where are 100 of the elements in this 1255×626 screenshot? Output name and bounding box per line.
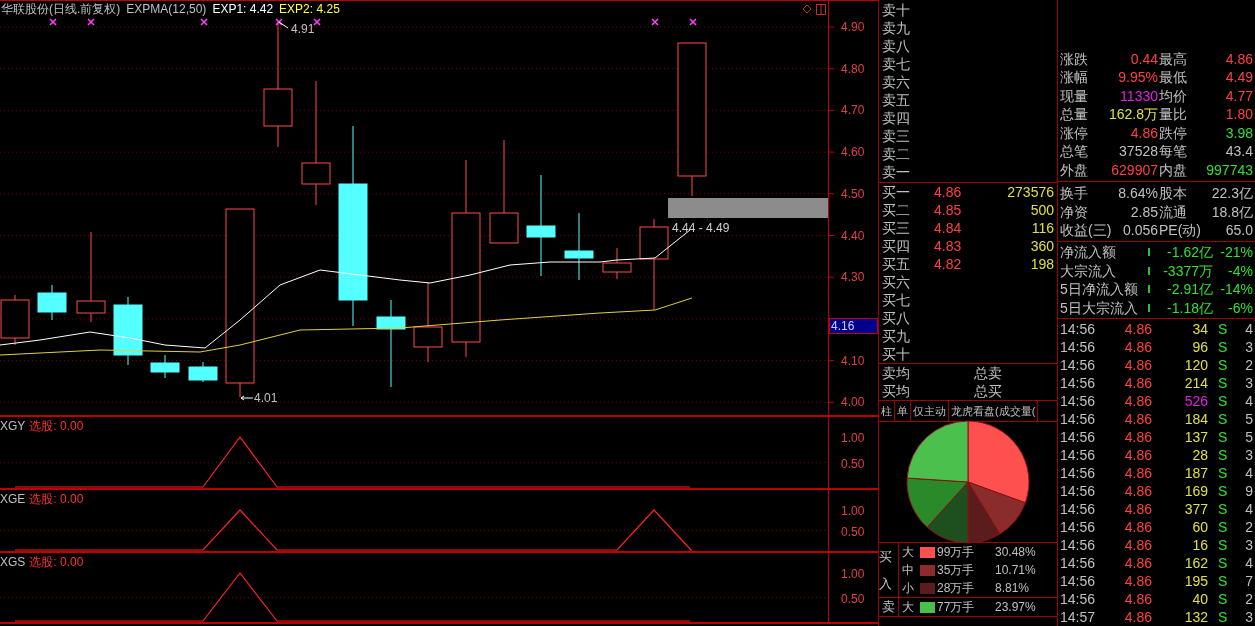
- trade-side: S: [1217, 464, 1229, 482]
- fund-flow-label: 5日净流入额: [1060, 280, 1139, 299]
- view-tab[interactable]: 柱: [879, 401, 895, 421]
- quote-value: 162.8万: [1107, 105, 1158, 124]
- trade-count: 3: [1244, 608, 1253, 626]
- trade-time: 14:56: [1060, 338, 1097, 356]
- signal-marker-icon: [87, 18, 95, 26]
- side-label: 卖: [879, 598, 899, 616]
- axis-tick-label: 4.60: [841, 145, 865, 160]
- axis-tick-label: 4.50: [841, 186, 865, 201]
- quote-value: 4.86: [1129, 123, 1158, 143]
- trade-count: 2: [1244, 590, 1253, 608]
- average-price-label: 买均: [882, 382, 911, 400]
- axis-tick-label: 0.50: [841, 591, 865, 606]
- trade-time: 14:57: [1060, 608, 1097, 626]
- indicator-name: XGY: [0, 419, 26, 433]
- quote-value: 22.3亿: [1210, 184, 1253, 203]
- trade-time: 14:56: [1060, 392, 1097, 410]
- quote-label: 涨幅: [1060, 68, 1089, 87]
- view-tab[interactable]: 仅主动: [911, 401, 949, 421]
- total-volume-label: 总买: [974, 382, 1003, 400]
- ask-level-label: 卖八: [882, 37, 910, 55]
- trade-side: S: [1217, 572, 1229, 590]
- bid-level-label: 买八: [882, 309, 911, 327]
- trade-volume: 187: [1183, 464, 1208, 482]
- quote-label: 每笔: [1158, 142, 1188, 161]
- percent-value: 30.48%: [995, 544, 1036, 561]
- axis-tick-label: 0.50: [841, 456, 865, 471]
- bid-volume: 500: [1029, 201, 1054, 219]
- trade-volume: 377: [1183, 500, 1208, 518]
- trade-price: 4.86: [1123, 608, 1152, 626]
- ask-level-label: 卖三: [882, 127, 910, 145]
- quote-label: 跌停: [1158, 123, 1188, 143]
- fund-flow-label: 5日大宗流入: [1060, 298, 1139, 318]
- ask-level-label: 卖二: [882, 145, 910, 163]
- ask-level-label: 卖六: [882, 73, 910, 91]
- ask-level-label: 卖五: [882, 91, 910, 109]
- signal-marker-icon: [689, 18, 697, 26]
- trade-price: 4.86: [1123, 464, 1152, 482]
- quote-value: 4.86: [1224, 49, 1253, 69]
- trade-volume: 28: [1191, 446, 1208, 464]
- trade-side: S: [1217, 428, 1229, 446]
- ask-level-label: 卖十: [882, 1, 910, 19]
- trade-count: 5: [1244, 410, 1253, 428]
- trade-volume: 34: [1191, 320, 1208, 338]
- fund-flow-label: 大宗流入: [1060, 261, 1117, 281]
- volume-amount: 99万手: [937, 544, 976, 561]
- trade-side: S: [1217, 320, 1229, 338]
- trade-count: 3: [1244, 446, 1253, 464]
- bid-price: 4.84: [934, 219, 963, 237]
- trade-time: 14:56: [1060, 536, 1097, 554]
- trade-price: 4.86: [1123, 518, 1152, 536]
- ask-level-label: 卖一: [882, 163, 910, 181]
- bid-volume: 360: [1029, 237, 1054, 255]
- quote-value: 37528: [1118, 142, 1158, 161]
- trade-price: 4.86: [1123, 320, 1152, 338]
- quote-value: 3.98: [1224, 123, 1253, 143]
- trade-side: S: [1217, 554, 1229, 572]
- trade-volume: 16: [1191, 536, 1208, 554]
- trade-side: S: [1217, 536, 1229, 554]
- axis-tick-label: 1.00: [841, 567, 865, 581]
- exp1-value: EXP1: 4.42: [212, 2, 274, 16]
- quote-value: 629907: [1110, 160, 1158, 180]
- trade-time: 14:56: [1060, 518, 1097, 536]
- trade-volume: 120: [1183, 356, 1208, 374]
- trade-time: 14:56: [1060, 464, 1097, 482]
- panel-icon: [816, 4, 826, 15]
- axis-tick-label: 4.70: [841, 103, 865, 118]
- high-price-label: 4.91: [291, 22, 315, 36]
- signal-marker-icon: [49, 18, 57, 26]
- quote-value: 1.80: [1224, 105, 1253, 124]
- trade-volume: 60: [1191, 518, 1208, 536]
- signal-marker-icon: [651, 18, 659, 26]
- axis-tick-label: 4.10: [841, 353, 865, 368]
- trade-side: S: [1217, 356, 1229, 374]
- bid-level-label: 买五: [882, 255, 911, 273]
- flow-percent: -14%: [1219, 280, 1253, 299]
- view-tab[interactable]: 单: [895, 401, 911, 421]
- trade-price: 4.86: [1123, 500, 1152, 518]
- trade-volume: 526: [1183, 392, 1208, 410]
- axis-tick-label: 0.50: [841, 524, 865, 539]
- axis-tick-label: 4.00: [841, 395, 865, 410]
- percent-value: 8.81%: [995, 580, 1030, 597]
- quote-label: 最高: [1158, 49, 1188, 69]
- trade-side: S: [1217, 374, 1229, 392]
- fund-flow-label: 净流入额: [1060, 243, 1117, 262]
- axis-tick-label: 4.90: [841, 20, 865, 34]
- trade-side: S: [1217, 518, 1229, 536]
- trade-count: 9: [1244, 482, 1253, 500]
- quote-value: 43.4: [1224, 142, 1253, 161]
- quote-value: 9.95%: [1117, 68, 1158, 87]
- falling-candle: [150, 354, 180, 379]
- trade-volume: 195: [1183, 572, 1208, 590]
- rising-candle: [602, 247, 632, 280]
- trade-side: S: [1217, 482, 1229, 500]
- bid-volume: 198: [1029, 255, 1054, 273]
- bid-level-label: 买二: [882, 201, 911, 219]
- quote-label: 总笔: [1060, 142, 1089, 161]
- trade-count: 4: [1244, 554, 1253, 572]
- quote-value: 11330: [1119, 86, 1158, 106]
